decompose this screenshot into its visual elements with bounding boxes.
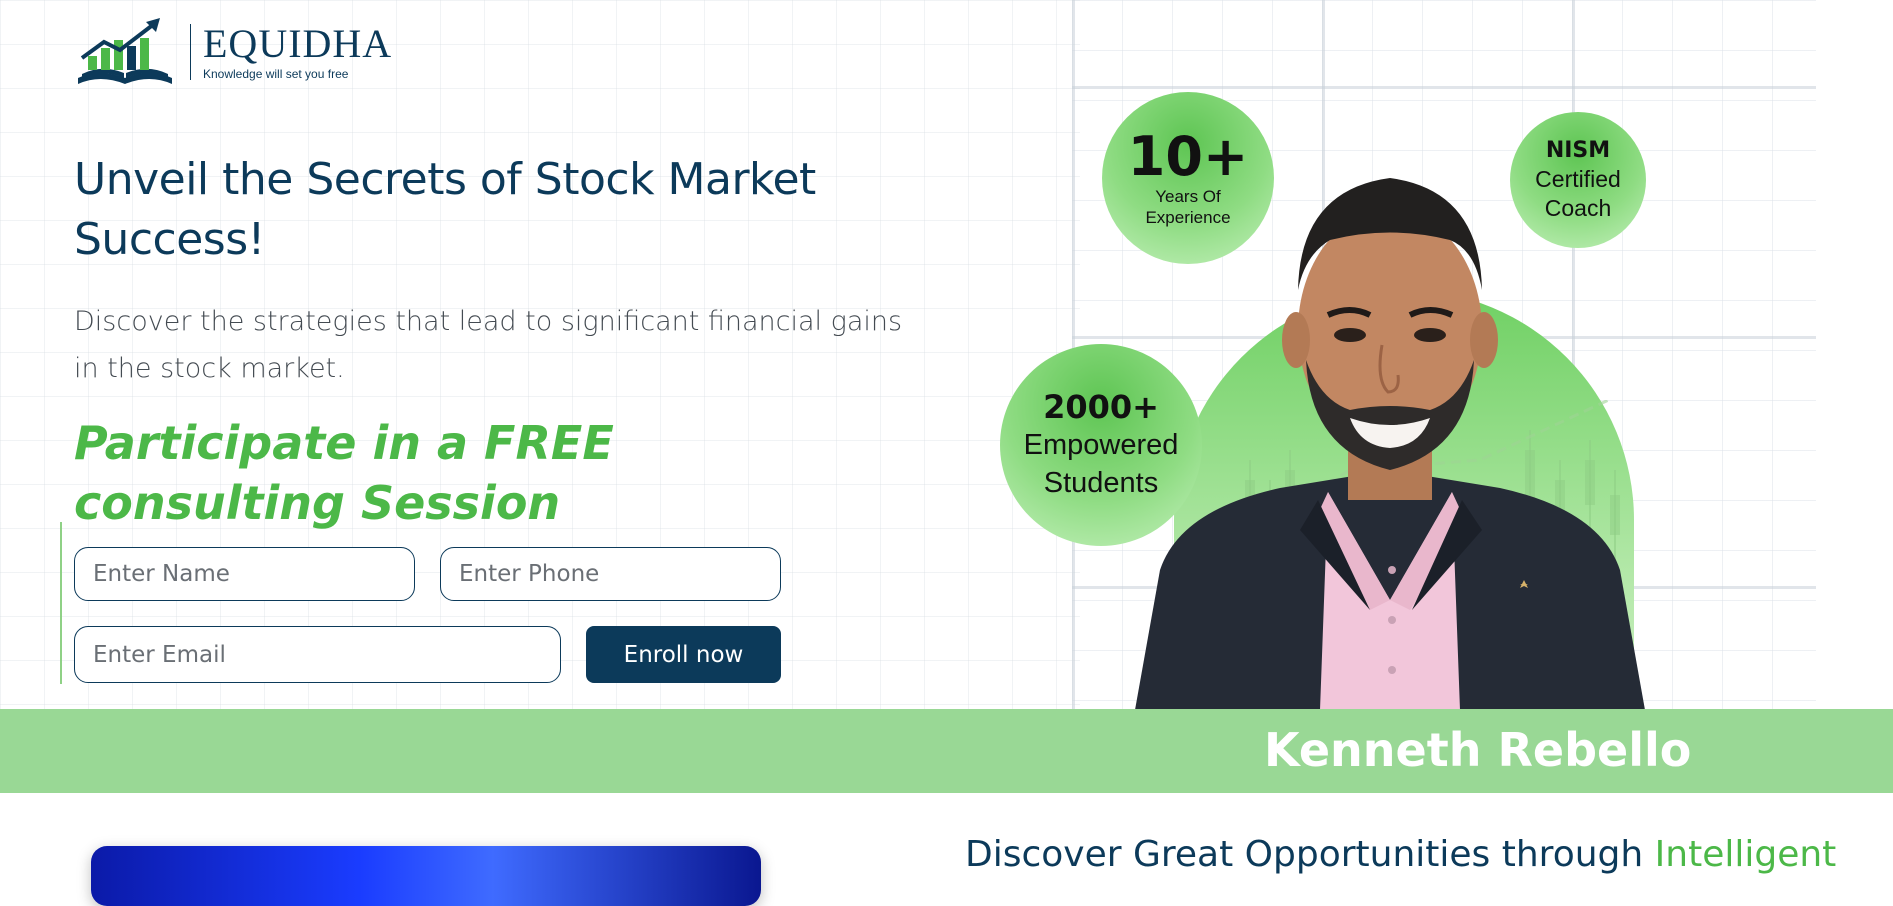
hero-subheadline: Discover the strategies that lead to sig… <box>74 306 903 384</box>
consulting-session-heading: Participate in a FREE consulting Session <box>74 416 614 530</box>
logo-text: EQUIDHA Knowledge will set you free <box>203 21 393 82</box>
heading-accent-word: Intelligent <box>1654 834 1837 875</box>
logo-divider <box>190 24 191 80</box>
brand-name: EQUIDHA <box>203 21 393 66</box>
certification-title: NISM <box>1545 138 1611 163</box>
phone-input[interactable] <box>440 547 781 601</box>
experience-caption: Years Of Experience <box>1145 187 1231 227</box>
certification-caption: Certified Coach <box>1535 166 1621 221</box>
certification-badge: NISM Certified Coach <box>1510 112 1646 248</box>
opportunities-heading: Discover Great Opportunities through Int… <box>965 832 1836 878</box>
enroll-now-button[interactable]: Enroll now <box>586 626 781 683</box>
book-chart-logo-icon <box>78 18 172 84</box>
experience-value: 10+ <box>1127 125 1249 188</box>
experience-badge: 10+ Years Of Experience <box>1102 92 1274 264</box>
coach-name: Kenneth Rebello <box>1264 723 1692 777</box>
students-value: 2000+ <box>1043 388 1159 426</box>
hero-headline: Unveil the Secrets of Stock Market Succe… <box>74 154 816 265</box>
heading-prefix: Discover Great Opportunities through <box>965 834 1644 875</box>
students-caption: Empowered Students <box>1023 429 1179 499</box>
video-thumbnail[interactable] <box>91 846 761 906</box>
hero-section: EQUIDHA Knowledge will set you free Unve… <box>0 0 1893 709</box>
form-accent-line <box>60 522 62 684</box>
brand-tagline: Knowledge will set you free <box>203 67 349 81</box>
students-badge: 2000+ Empowered Students <box>1000 344 1202 546</box>
email-input[interactable] <box>74 626 561 683</box>
name-input[interactable] <box>74 547 415 601</box>
brand-logo-link[interactable]: EQUIDHA Knowledge will set you free <box>74 16 392 88</box>
